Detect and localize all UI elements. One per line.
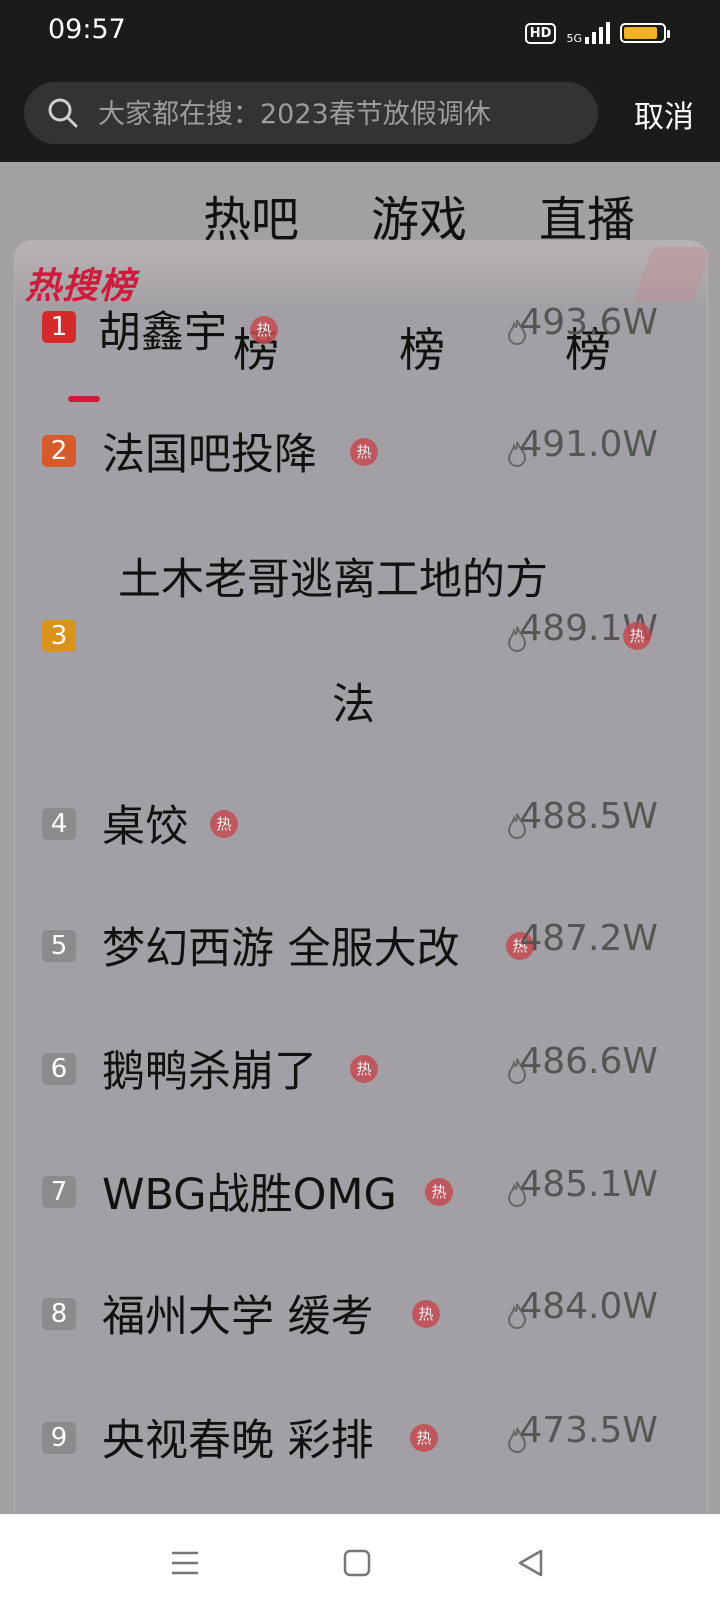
battery-icon	[620, 23, 670, 43]
heat-value: 493.6W	[519, 302, 658, 343]
heat-value: 484.0W	[519, 1286, 658, 1327]
rank-badge: 8	[42, 1298, 76, 1330]
search-icon	[48, 98, 78, 128]
item-title: 法国吧投降	[102, 430, 317, 480]
item-title-continued: 法	[332, 680, 375, 730]
rank-badge: 7	[42, 1176, 76, 1208]
cancel-button[interactable]: 取消	[634, 92, 694, 136]
rank-badge: 6	[42, 1053, 76, 1085]
signal-icon: 5G	[566, 22, 610, 44]
item-title: 胡鑫宇	[98, 308, 227, 358]
item-title: WBG战胜OMG	[102, 1170, 397, 1220]
rank-badge: 5	[42, 930, 76, 962]
heat-value: 491.0W	[519, 424, 658, 465]
hot-tag-icon: 热	[425, 1178, 453, 1206]
hot-tag-icon: 热	[350, 438, 378, 466]
search-input[interactable]	[96, 82, 590, 146]
status-icons: HD 5G	[524, 16, 670, 50]
menu-icon[interactable]	[168, 1546, 202, 1580]
search-bar[interactable]	[24, 82, 598, 146]
network-type: 5G	[566, 32, 582, 45]
hot-tag-icon: 热	[350, 1055, 378, 1083]
hot-tag-icon: 热	[250, 316, 278, 344]
item-title: 梦幻西游 全服大改	[102, 924, 460, 974]
rank-badge: 4	[42, 808, 76, 840]
active-tab-indicator	[68, 396, 100, 402]
item-title: 福州大学 缓考	[102, 1292, 374, 1342]
status-time: 09:57	[48, 14, 126, 45]
item-title: 央视春晚 彩排	[102, 1416, 374, 1466]
hot-tag-icon: 热	[412, 1300, 440, 1328]
item-title: 桌饺	[102, 802, 188, 852]
top-bar: 09:57 HD 5G 取消	[0, 0, 720, 162]
home-icon[interactable]	[340, 1546, 374, 1580]
hot-tag-icon: 热	[210, 810, 238, 838]
heat-value: 488.5W	[519, 796, 658, 837]
rank-badge: 1	[42, 311, 76, 343]
hot-tag-icon: 热	[410, 1424, 438, 1452]
rank-badge: 9	[42, 1422, 76, 1454]
item-title: 土木老哥逃离工地的方	[118, 555, 548, 605]
tab-games-label-2: 榜	[399, 323, 445, 377]
heat-value: 473.5W	[519, 1410, 658, 1451]
rank-badge: 2	[42, 435, 76, 467]
heat-value: 486.6W	[519, 1041, 658, 1082]
item-title: 鹅鸭杀崩了	[102, 1047, 317, 1097]
heat-value: 485.1W	[519, 1164, 658, 1205]
rank-badge: 3	[42, 620, 76, 652]
system-nav-bar	[0, 1514, 720, 1612]
heat-value: 487.2W	[519, 918, 658, 959]
back-icon[interactable]	[514, 1546, 548, 1580]
hd-icon: HD	[524, 22, 557, 44]
hot-tag-icon: 热	[623, 622, 651, 650]
